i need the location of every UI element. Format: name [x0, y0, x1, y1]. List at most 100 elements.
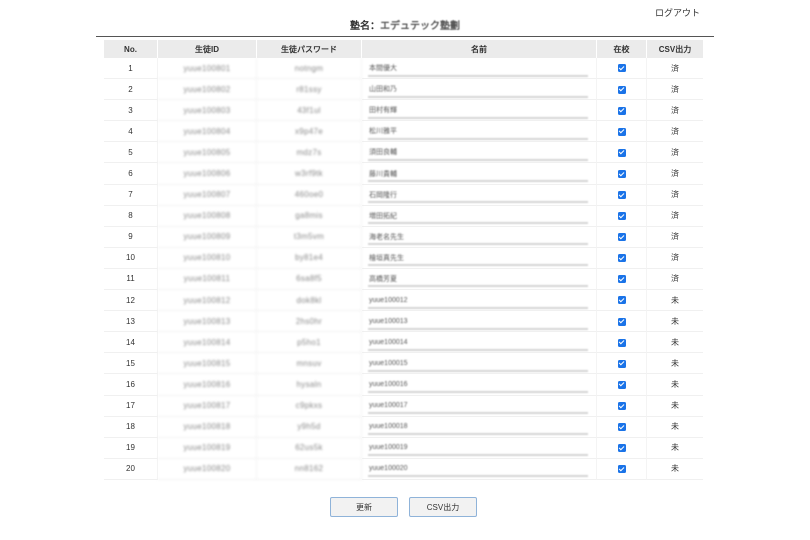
- student-name-input[interactable]: [368, 167, 588, 183]
- student-password: y9h5d: [257, 416, 362, 438]
- table-row: 4yuue100804x9p47e 済: [104, 121, 703, 143]
- name-cell: [362, 79, 597, 101]
- enrolled-checkbox[interactable]: [617, 191, 626, 199]
- csv-status: 済: [647, 163, 703, 185]
- student-name-input[interactable]: [368, 272, 588, 288]
- table-row: 5yuue100805mdz7s 済: [104, 142, 703, 164]
- student-name-input[interactable]: [368, 293, 588, 309]
- csv-status: 未: [647, 459, 703, 480]
- student-password: 62us5k: [257, 437, 362, 459]
- name-cell: [362, 205, 597, 227]
- csv-export-button[interactable]: CSV出力: [409, 497, 477, 517]
- table-row: 1yuue100801notngm 済: [104, 58, 703, 80]
- update-button[interactable]: 更新: [330, 497, 398, 517]
- csv-status: 未: [647, 417, 703, 438]
- student-password: 460oe0: [257, 184, 362, 206]
- student-name-input[interactable]: [368, 420, 588, 436]
- enrolled-cell: [597, 205, 647, 227]
- row-number: 19: [104, 437, 158, 459]
- table-row: 20yuue100820nn8162 未: [104, 458, 703, 480]
- table-row: 11yuue1008116sa8f5 済: [104, 268, 703, 291]
- student-name-input[interactable]: [368, 462, 588, 478]
- csv-status: 未: [647, 396, 703, 417]
- csv-status: 済: [647, 206, 703, 227]
- student-id: yuue100808: [158, 205, 257, 227]
- enrolled-cell: [597, 268, 647, 291]
- student-name-input[interactable]: [368, 335, 588, 351]
- enrolled-cell: [597, 353, 647, 375]
- enrolled-checkbox[interactable]: [617, 380, 626, 389]
- enrolled-cell: [597, 416, 647, 438]
- table-header-row: No. 生徒ID 生徒パスワード 名前 在校 CSV出力: [104, 40, 703, 58]
- csv-status: 済: [647, 121, 703, 143]
- row-number: 12: [104, 290, 158, 312]
- enrolled-checkbox[interactable]: [617, 169, 626, 178]
- student-id: yuue100805: [158, 142, 257, 164]
- student-name-input[interactable]: [368, 82, 588, 98]
- enrolled-checkbox[interactable]: [617, 127, 626, 136]
- student-name-input[interactable]: [368, 145, 588, 161]
- table-row: 7yuue100807460oe0 済: [104, 184, 703, 206]
- enrolled-checkbox[interactable]: [617, 85, 626, 94]
- csv-status: 済: [647, 227, 703, 248]
- table-row: 12yuue100812dok8kl 未: [104, 290, 703, 312]
- student-id: yuue100803: [158, 100, 257, 122]
- csv-status: 未: [647, 374, 703, 396]
- enrolled-checkbox[interactable]: [617, 275, 626, 284]
- enrolled-cell: [597, 247, 647, 269]
- student-id: yuue100819: [158, 437, 257, 459]
- row-number: 16: [104, 374, 158, 396]
- enrolled-checkbox[interactable]: [617, 359, 626, 368]
- student-name-input[interactable]: [368, 124, 588, 140]
- student-name-input[interactable]: [368, 230, 588, 246]
- student-table: No. 生徒ID 生徒パスワード 名前 在校 CSV出力 1 yuue100801…: [104, 40, 703, 480]
- row-number: 9: [104, 226, 158, 248]
- student-name-input[interactable]: [368, 251, 588, 267]
- student-id: yuue100812: [158, 290, 257, 312]
- enrolled-cell: [597, 226, 647, 248]
- student-name-input[interactable]: [368, 61, 588, 77]
- table-row: 8yuue100808ga8mis 済: [104, 205, 703, 227]
- enrolled-checkbox[interactable]: [617, 106, 626, 115]
- enrolled-checkbox[interactable]: [617, 148, 626, 157]
- student-name-input[interactable]: [368, 314, 588, 330]
- student-name-input[interactable]: [368, 377, 588, 393]
- csv-status: 未: [647, 438, 703, 459]
- name-cell: [362, 458, 597, 480]
- enrolled-checkbox[interactable]: [617, 212, 626, 221]
- row-number: 11: [104, 268, 158, 291]
- enrolled-checkbox[interactable]: [617, 254, 626, 263]
- student-id: yuue100811: [158, 268, 257, 291]
- student-name-input[interactable]: [368, 103, 588, 119]
- student-password: by81e4: [257, 247, 362, 269]
- row-number: 7: [104, 184, 158, 206]
- enrolled-checkbox[interactable]: [617, 296, 626, 305]
- row-number: 15: [104, 353, 158, 375]
- row-number: 17: [104, 395, 158, 417]
- enrolled-checkbox[interactable]: [617, 64, 626, 73]
- student-name-input[interactable]: [368, 356, 588, 372]
- name-cell: [362, 395, 597, 417]
- enrolled-checkbox[interactable]: [617, 444, 626, 453]
- student-password: mnsuv: [257, 353, 362, 375]
- enrolled-checkbox[interactable]: [617, 465, 626, 474]
- column-header-student-id: 生徒ID: [158, 40, 257, 58]
- enrolled-checkbox[interactable]: [617, 401, 626, 410]
- csv-status: 未: [647, 353, 703, 375]
- student-name-input[interactable]: [368, 399, 588, 415]
- student-name-input[interactable]: [368, 441, 588, 457]
- enrolled-cell: [597, 163, 647, 185]
- enrolled-checkbox[interactable]: [617, 423, 626, 432]
- student-password: t3m5vm: [257, 226, 362, 248]
- student-password: r81ssy: [257, 79, 362, 101]
- enrolled-cell: [597, 142, 647, 164]
- row-number: 4: [104, 121, 158, 143]
- student-id: yuue100815: [158, 353, 257, 375]
- enrolled-checkbox[interactable]: [617, 317, 626, 326]
- csv-status: 済: [647, 79, 703, 101]
- enrolled-checkbox[interactable]: [617, 338, 626, 347]
- student-name-input[interactable]: [368, 188, 588, 204]
- student-name-input[interactable]: [368, 209, 588, 225]
- enrolled-checkbox[interactable]: [617, 233, 626, 242]
- row-number: 1: [104, 58, 158, 80]
